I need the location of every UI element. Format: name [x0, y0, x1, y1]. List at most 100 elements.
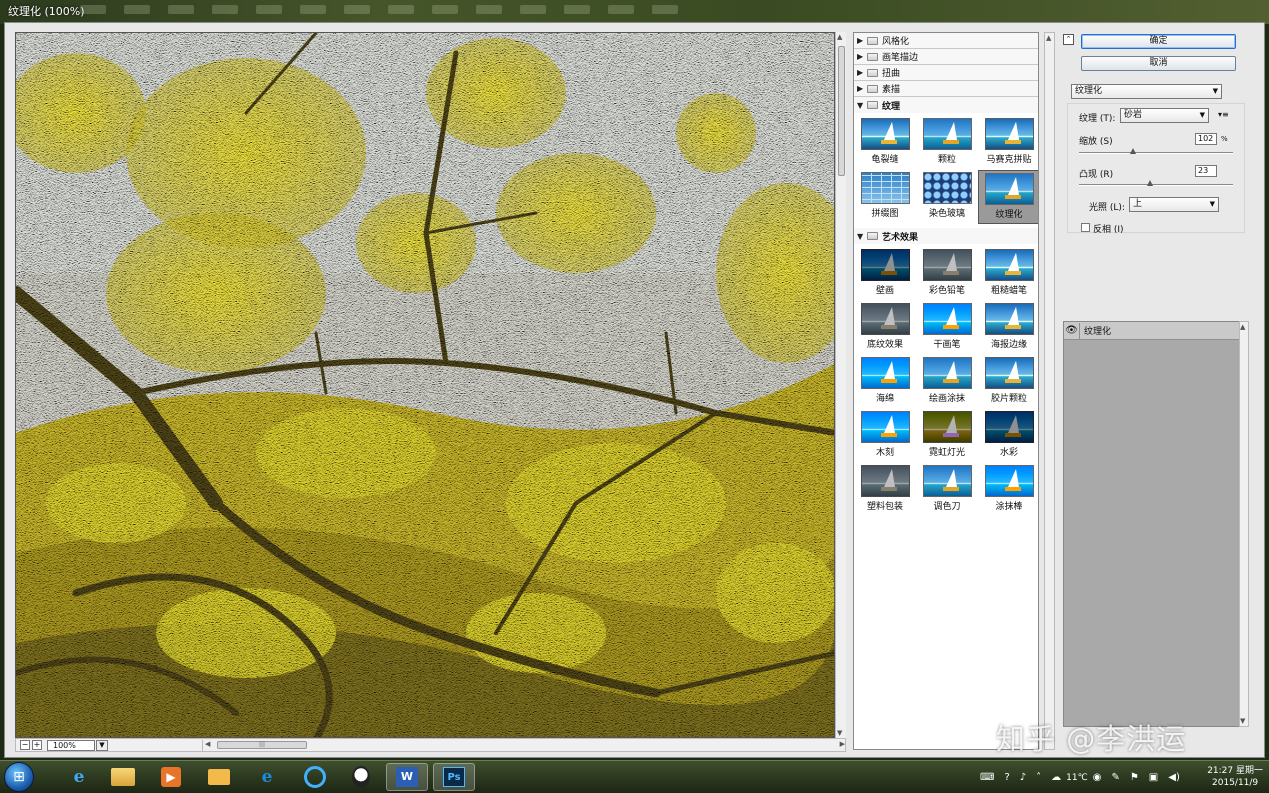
category-3[interactable]: ▶ 素描 [854, 81, 1038, 97]
effect-layer-row[interactable]: 👁 纹理化 [1064, 322, 1242, 340]
volume-icon[interactable]: ◀) [1168, 772, 1180, 783]
scroll-right-arrow-icon[interactable]: ▶ [840, 740, 845, 748]
photoshop-icon[interactable]: Ps [433, 763, 475, 791]
texture-select[interactable]: 砂岩 ▼ [1120, 108, 1209, 123]
folder-icon [867, 232, 878, 240]
clock[interactable]: 21:27 星期一 2015/11/9 [1207, 765, 1263, 789]
filter-label: 海报边缘 [990, 340, 1027, 350]
weather-icon[interactable]: ☁ [1051, 772, 1061, 783]
qq-icon[interactable] [340, 763, 382, 791]
filter-thumbnail[interactable]: 木刻 [854, 409, 916, 463]
filter-preview-image [860, 118, 910, 150]
image-preview[interactable] [15, 32, 835, 738]
notification-icon[interactable]: ♪ [1020, 772, 1026, 783]
filter-thumbnail[interactable]: 马赛克拼贴 [978, 116, 1038, 170]
filter-thumbnail[interactable]: 纹理化 [978, 170, 1038, 224]
filter-thumbnail[interactable]: 海绵 [854, 355, 916, 409]
filter-thumbnail[interactable]: 绘画涂抹 [916, 355, 978, 409]
keyboard-icon[interactable]: ⌨ [980, 772, 994, 783]
category-4[interactable]: ▼ 纹理 [854, 97, 1038, 113]
zoom-in-button[interactable]: + [32, 740, 42, 750]
collapsed-triangle-icon[interactable]: ▶ [857, 68, 867, 77]
filter-label: 马赛克拼贴 [986, 155, 1032, 165]
layers-scrollbar[interactable]: ▲ ▼ [1239, 321, 1249, 727]
globe-icon[interactable]: ◉ [1093, 772, 1102, 783]
layers-scroll-up-icon[interactable]: ▲ [1240, 323, 1245, 331]
filter-thumbnail[interactable]: 染色玻璃 [916, 170, 978, 224]
filter-thumbnail[interactable]: 干画笔 [916, 301, 978, 355]
expanded-triangle-icon[interactable]: ▼ [857, 101, 867, 110]
light-select-value: 上 [1133, 199, 1143, 209]
filter-thumbnail[interactable]: 调色刀 [916, 463, 978, 517]
preview-vscroll-thumb[interactable] [838, 46, 845, 176]
filter-thumbnail[interactable]: 底纹效果 [854, 301, 916, 355]
collapsed-triangle-icon[interactable]: ▶ [857, 52, 867, 61]
scroll-down-arrow-icon[interactable]: ▼ [837, 729, 842, 737]
filter-thumbnail[interactable]: 涂抹棒 [978, 463, 1038, 517]
watermark-text: 知乎 @李洪运 [996, 722, 1187, 756]
zoom-dropdown-button[interactable]: ▼ [96, 739, 108, 751]
preview-horizontal-scrollbar[interactable]: ◀ ||| ▶ [202, 740, 847, 751]
flag-icon[interactable]: ⚑ [1130, 772, 1139, 783]
scroll-up-arrow-icon[interactable]: ▲ [837, 33, 842, 41]
ok-button[interactable]: 确定 [1081, 34, 1236, 49]
ie-icon[interactable]: e [246, 763, 288, 791]
collapsed-triangle-icon[interactable]: ▶ [857, 36, 867, 45]
category-0[interactable]: ▶ 风格化 [854, 33, 1038, 49]
filter-select[interactable]: 纹理化 ▼ [1071, 84, 1222, 99]
scale-slider-knob[interactable] [1129, 148, 1136, 154]
preview-hscroll-thumb[interactable]: ||| [217, 741, 307, 749]
filter-preview-image [860, 172, 910, 204]
scale-slider[interactable] [1079, 148, 1233, 154]
filter-thumbnail[interactable]: 拼缀图 [854, 170, 916, 224]
internet-explorer-icon[interactable]: e [58, 763, 100, 791]
network-icon[interactable] [294, 763, 336, 791]
collapse-gallery-button[interactable]: ⌃ [1063, 34, 1074, 45]
filter-thumbnail[interactable]: 龟裂缝 [854, 116, 916, 170]
filter-label: 粗糙蜡笔 [990, 286, 1027, 296]
expanded-triangle-icon[interactable]: ▼ [857, 232, 867, 241]
texture-menu-icon[interactable]: ▾≡ [1218, 110, 1229, 119]
filter-thumbnail[interactable]: 彩色铅笔 [916, 247, 978, 301]
pen-icon[interactable]: ✎ [1111, 772, 1119, 783]
file-explorer-icon[interactable] [102, 763, 144, 791]
category-5[interactable]: ▼ 艺术效果 [854, 228, 1038, 244]
help-icon[interactable]: ? [1004, 772, 1009, 783]
category-2[interactable]: ▶ 扭曲 [854, 65, 1038, 81]
scale-input[interactable]: 102 [1195, 133, 1217, 145]
word-icon[interactable]: W [386, 763, 428, 791]
relief-slider[interactable] [1079, 180, 1233, 186]
category-1[interactable]: ▶ 画笔描边 [854, 49, 1038, 65]
filter-thumbnail[interactable]: 颗粒 [916, 116, 978, 170]
filter-label: 海绵 [875, 394, 894, 404]
filter-thumbnail[interactable]: 胶片颗粒 [978, 355, 1038, 409]
collapsed-triangle-icon[interactable]: ▶ [857, 84, 867, 93]
network-status-icon[interactable]: ▣ [1149, 772, 1158, 783]
media-player-icon[interactable]: ▶ [150, 763, 192, 791]
mail-icon[interactable] [198, 763, 240, 791]
relief-input[interactable]: 23 [1195, 165, 1217, 177]
scroll-left-arrow-icon[interactable]: ◀ [205, 740, 210, 748]
relief-slider-knob[interactable] [1146, 180, 1153, 186]
gallery-scrollbar[interactable]: ▲ [1044, 32, 1055, 750]
preview-vertical-scrollbar[interactable]: ▲ ▼ [835, 32, 846, 738]
zoom-out-button[interactable]: − [20, 740, 30, 750]
zoom-level-field[interactable]: 100% [47, 739, 95, 751]
expand-tray-icon[interactable]: ˄ [1036, 772, 1041, 783]
folder-icon [867, 36, 878, 45]
gallery-scroll-up-icon[interactable]: ▲ [1046, 34, 1051, 42]
filter-thumbnail[interactable]: 水彩 [978, 409, 1038, 463]
start-button[interactable]: ⊞ [4, 762, 34, 792]
filter-thumbnail[interactable]: 海报边缘 [978, 301, 1038, 355]
filter-thumbnail[interactable]: 壁画 [854, 247, 916, 301]
eye-icon[interactable]: 👁 [1064, 322, 1080, 339]
cancel-button[interactable]: 取消 [1081, 56, 1236, 71]
filter-thumbnail[interactable]: 霓虹灯光 [916, 409, 978, 463]
light-select[interactable]: 上 ▼ [1129, 197, 1219, 212]
filter-thumbnail[interactable]: 粗糙蜡笔 [978, 247, 1038, 301]
chevron-down-icon: ▼ [1212, 87, 1218, 95]
filter-thumbnail[interactable]: 塑料包装 [854, 463, 916, 517]
layers-scroll-down-icon[interactable]: ▼ [1240, 717, 1245, 725]
scale-label: 缩放 (S) [1079, 137, 1113, 147]
invert-checkbox[interactable] [1081, 223, 1090, 232]
